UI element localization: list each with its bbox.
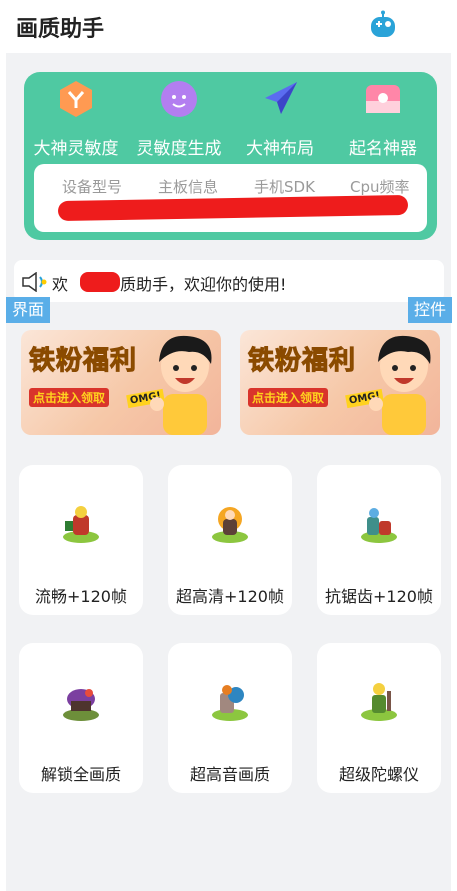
feature-label: 起名神器 — [349, 139, 417, 159]
cpu-frequency-label: Cpu频率 — [350, 178, 410, 196]
game-character-icon — [361, 508, 397, 543]
banner-subtitle: 点击进入领取 — [248, 388, 329, 407]
purple-face-icon — [161, 81, 197, 117]
redaction-mark — [57, 194, 409, 222]
feature-name-generator[interactable]: 起名神器 — [333, 80, 433, 159]
banner-subtitle: 点击进入领取 — [29, 388, 110, 407]
tile-antialias-120fps[interactable]: 抗锯齿+120帧 — [317, 465, 441, 615]
pink-card-icon — [366, 85, 400, 113]
feature-label: 大神灵敏度 — [33, 139, 119, 159]
feature-label: 大神布局 — [246, 139, 314, 159]
device-model-label: 设备型号 — [62, 178, 123, 196]
welcome-bar: 欢 质助手，欢迎你的使用! — [14, 260, 444, 302]
feature-label: 灵敏度生成 — [136, 139, 222, 159]
promo-banner-2[interactable]: 铁粉福利 点击进入领取 OMG! — [240, 330, 440, 435]
promo-banner-1[interactable]: 铁粉福利 点击进入领取 OMG! — [21, 330, 221, 435]
paper-plane-icon — [265, 82, 297, 114]
tile-ultra-audio-quality[interactable]: 超高音画质 — [168, 643, 292, 793]
tab-controls[interactable]: 控件 — [408, 297, 453, 323]
welcome-text: 质助手，欢迎你的使用! — [120, 275, 287, 294]
device-info-box: 设备型号 主板信息 手机SDK Cpu频率 — [34, 164, 427, 232]
app-title: 画质助手 — [16, 17, 105, 42]
feature-card: 大神灵敏度 灵敏度生成 大神布局 起名神器 设备型号 主板信息 手机SDK Cp… — [24, 72, 437, 240]
welcome-prefix: 欢 — [52, 275, 69, 294]
game-character-icon — [63, 689, 99, 721]
tile-unlock-all-quality[interactable]: 解锁全画质 — [19, 643, 143, 793]
tile-label: 超高清+120帧 — [176, 587, 284, 606]
phone-sdk-label: 手机SDK — [254, 178, 315, 196]
tile-label: 超高音画质 — [189, 765, 270, 784]
banner-title: 铁粉福利 — [247, 346, 357, 377]
banner-title: 铁粉福利 — [28, 346, 138, 377]
feature-dashen-layout[interactable]: 大神布局 — [230, 80, 330, 159]
game-character-icon — [63, 506, 99, 543]
redaction-mark — [80, 272, 120, 292]
top-bar: 画质助手 — [0, 0, 457, 52]
cartoon-boy-icon — [150, 335, 212, 435]
game-character-icon — [212, 507, 248, 543]
tile-label: 超级陀螺仪 — [338, 765, 419, 784]
feature-dashen-sensitivity[interactable]: 大神灵敏度 — [26, 80, 126, 159]
tab-interface[interactable]: 界面 — [6, 297, 51, 323]
feature-sensitivity-generator[interactable]: 灵敏度生成 — [129, 80, 229, 159]
tile-super-gyroscope[interactable]: 超级陀螺仪 — [317, 643, 441, 793]
cartoon-boy-icon — [369, 335, 431, 435]
tile-label: 解锁全画质 — [40, 765, 121, 784]
tile-ultra-hd-120fps[interactable]: 超高清+120帧 — [168, 465, 292, 615]
robot-icon[interactable] — [368, 10, 398, 40]
tile-label: 抗锯齿+120帧 — [325, 587, 433, 606]
game-character-icon — [361, 683, 397, 721]
orange-shield-icon — [60, 81, 92, 117]
tile-smooth-120fps[interactable]: 流畅+120帧 — [19, 465, 143, 615]
board-info-label: 主板信息 — [158, 178, 219, 196]
game-character-icon — [212, 685, 248, 721]
speaker-icon — [22, 272, 47, 292]
tile-label: 流畅+120帧 — [35, 587, 127, 606]
